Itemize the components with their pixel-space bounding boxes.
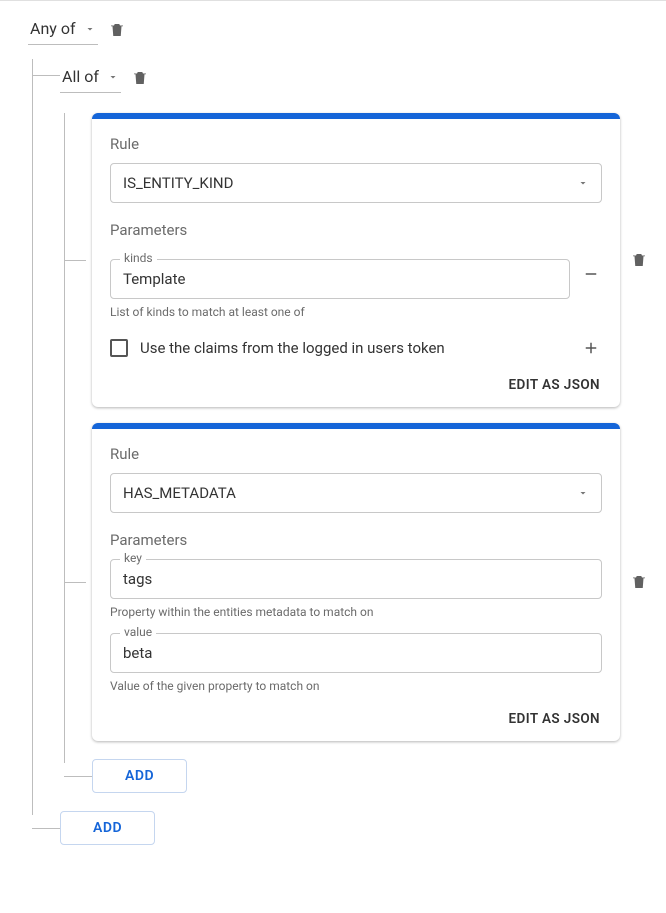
delete-rule-1-icon[interactable] bbox=[630, 251, 648, 269]
kinds-input[interactable]: Template bbox=[110, 259, 570, 299]
anyof-add-button[interactable]: ADD bbox=[60, 811, 155, 845]
delete-rule-2-icon[interactable] bbox=[630, 573, 648, 591]
key-field-label: key bbox=[120, 551, 146, 565]
chevron-down-icon bbox=[577, 177, 589, 189]
allof-label: All of bbox=[62, 67, 99, 86]
rule-node-2: Rule HAS_METADATA Parameters key tags bbox=[92, 423, 648, 741]
edit-as-json-button[interactable]: EDIT AS JSON bbox=[507, 373, 602, 397]
anyof-label: Any of bbox=[30, 19, 76, 38]
allof-add-row: ADD bbox=[92, 759, 648, 793]
kinds-helper: List of kinds to match at least one of bbox=[110, 305, 602, 319]
rule-node-1: Rule IS_ENTITY_KIND Parameters kinds bbox=[92, 113, 648, 407]
chevron-down-icon bbox=[577, 487, 589, 499]
chevron-down-icon bbox=[84, 23, 96, 35]
kinds-field-wrap: kinds Template bbox=[110, 259, 570, 299]
claims-checkbox[interactable] bbox=[110, 339, 128, 357]
card-body: Rule HAS_METADATA Parameters key tags bbox=[92, 429, 620, 741]
key-helper: Property within the entities metadata to… bbox=[110, 605, 602, 619]
parameters-label: Parameters bbox=[110, 531, 602, 549]
allof-group-header: All of bbox=[60, 59, 648, 97]
rule-select[interactable]: HAS_METADATA bbox=[110, 473, 602, 513]
rule-tree-root: Any of All of bbox=[0, 1, 666, 855]
delete-anyof-icon[interactable] bbox=[108, 21, 126, 39]
kinds-param-row: kinds Template bbox=[110, 249, 602, 299]
add-param-button[interactable] bbox=[580, 337, 602, 359]
value-helper: Value of the given property to match on bbox=[110, 679, 602, 693]
claims-checkbox-row: Use the claims from the logged in users … bbox=[110, 337, 602, 359]
rule-card-has-metadata: Rule HAS_METADATA Parameters key tags bbox=[92, 423, 620, 741]
kinds-field-label: kinds bbox=[120, 251, 157, 265]
anyof-group-header: Any of bbox=[28, 11, 648, 49]
chevron-down-icon bbox=[107, 71, 119, 83]
value-field-label: value bbox=[120, 625, 156, 639]
rule-select-value: IS_ENTITY_KIND bbox=[123, 174, 233, 192]
anyof-subtree: All of Rule IS_EN bbox=[32, 59, 648, 845]
anyof-operator-select[interactable]: Any of bbox=[28, 15, 98, 45]
card-footer: EDIT AS JSON bbox=[110, 377, 602, 393]
allof-add-button[interactable]: ADD bbox=[92, 759, 187, 793]
card-body: Rule IS_ENTITY_KIND Parameters kinds bbox=[92, 119, 620, 407]
rule-card-is-entity-kind: Rule IS_ENTITY_KIND Parameters kinds bbox=[92, 113, 620, 407]
allof-child: All of Rule IS_EN bbox=[60, 59, 648, 793]
rule-select[interactable]: IS_ENTITY_KIND bbox=[110, 163, 602, 203]
rule-select-value: HAS_METADATA bbox=[123, 484, 236, 502]
key-field-wrap: key tags bbox=[110, 559, 602, 599]
rule-section-label: Rule bbox=[110, 445, 602, 463]
remove-kind-button[interactable] bbox=[580, 263, 602, 285]
delete-allof-icon[interactable] bbox=[131, 69, 149, 87]
value-input[interactable]: beta bbox=[110, 633, 602, 673]
card-footer: EDIT AS JSON bbox=[110, 711, 602, 727]
anyof-add-row: ADD bbox=[60, 811, 648, 845]
edit-as-json-button[interactable]: EDIT AS JSON bbox=[507, 707, 602, 731]
value-field-wrap: value beta bbox=[110, 633, 602, 673]
allof-operator-select[interactable]: All of bbox=[60, 63, 121, 93]
rule-section-label: Rule bbox=[110, 135, 602, 153]
claims-checkbox-label: Use the claims from the logged in users … bbox=[140, 339, 568, 357]
key-input[interactable]: tags bbox=[110, 559, 602, 599]
parameters-label: Parameters bbox=[110, 221, 602, 239]
allof-subtree: Rule IS_ENTITY_KIND Parameters kinds bbox=[64, 113, 648, 793]
